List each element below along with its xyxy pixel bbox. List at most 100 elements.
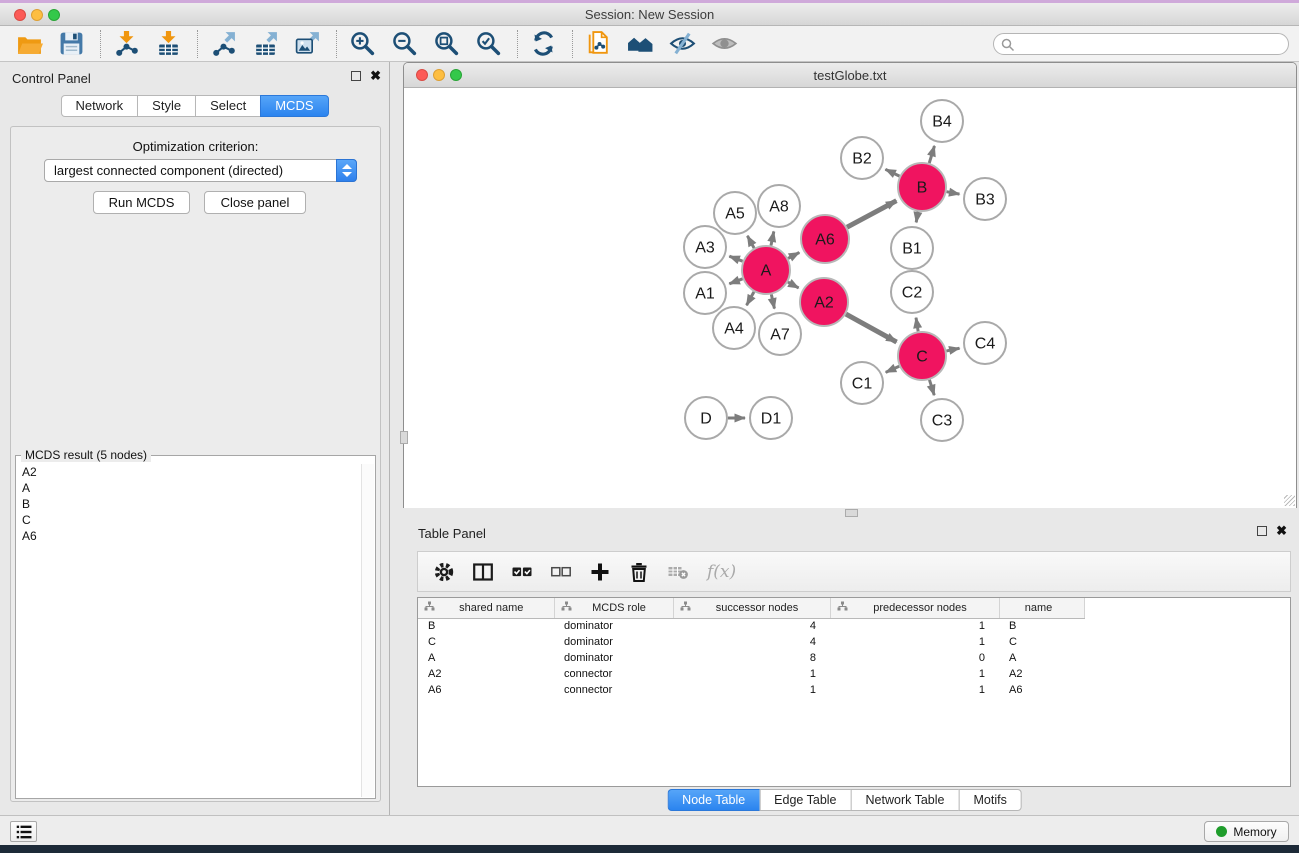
table-row[interactable]: Bdominator41B (418, 618, 1084, 634)
tab-mcds[interactable]: MCDS (260, 95, 328, 117)
close-panel-icon[interactable]: ✖ (370, 71, 381, 81)
edge-B-B1[interactable] (916, 212, 918, 223)
import-table-icon[interactable] (153, 29, 183, 59)
edge-A-A6[interactable] (788, 252, 799, 258)
show-eye-icon[interactable] (709, 29, 739, 59)
hide-eye-icon[interactable] (667, 29, 697, 59)
delete-table-icon[interactable] (666, 560, 690, 584)
mcds-result-item[interactable]: C (17, 512, 360, 528)
node-C4[interactable]: C4 (964, 322, 1006, 364)
export-table-icon[interactable] (250, 29, 280, 59)
edge-A-A1[interactable] (729, 279, 742, 284)
table-row[interactable]: A6connector11A6 (418, 682, 1084, 698)
open-session-icon[interactable] (14, 29, 44, 59)
column-header-successor-nodes[interactable]: successor nodes (673, 598, 830, 618)
node-D[interactable]: D (685, 397, 727, 439)
edge-A-A5[interactable] (747, 236, 754, 248)
horizontal-splitter-grip[interactable] (845, 509, 858, 517)
deselect-all-icon[interactable] (549, 560, 573, 584)
edge-A2-C[interactable] (846, 314, 897, 342)
node-A3[interactable]: A3 (684, 226, 726, 268)
node-A7[interactable]: A7 (759, 313, 801, 355)
edge-B-B3[interactable] (947, 192, 960, 194)
edge-A-A3[interactable] (729, 256, 742, 261)
search-field[interactable] (993, 33, 1289, 55)
node-C2[interactable]: C2 (891, 271, 933, 313)
import-network-icon[interactable] (111, 29, 141, 59)
node-A[interactable]: A (742, 246, 790, 294)
node-B1[interactable]: B1 (891, 227, 933, 269)
tab-network[interactable]: Network (60, 95, 137, 117)
column-header-shared-name[interactable]: shared name (418, 598, 554, 618)
export-image-icon[interactable] (292, 29, 322, 59)
column-header-name[interactable]: name (999, 598, 1084, 618)
edge-A6-B[interactable] (847, 201, 896, 227)
node-A8[interactable]: A8 (758, 185, 800, 227)
table-row[interactable]: Adominator80A (418, 650, 1084, 666)
table-row[interactable]: A2connector11A2 (418, 666, 1084, 682)
zoom-in-icon[interactable] (347, 29, 377, 59)
settings-icon[interactable] (432, 560, 456, 584)
node-D1[interactable]: D1 (750, 397, 792, 439)
float-table-panel-icon[interactable] (1257, 526, 1267, 536)
edge-C-C2[interactable] (916, 318, 918, 332)
node-A6[interactable]: A6 (801, 215, 849, 263)
edge-A-A7[interactable] (771, 294, 774, 308)
home-icon[interactable] (625, 29, 655, 59)
node-C3[interactable]: C3 (921, 399, 963, 441)
network-window-titlebar[interactable]: testGlobe.txt (404, 63, 1296, 88)
resize-grip-icon[interactable] (1284, 495, 1295, 506)
node-B[interactable]: B (898, 163, 946, 211)
edge-B-B2[interactable] (885, 169, 899, 176)
search-input[interactable] (1020, 35, 1280, 53)
zoom-out-icon[interactable] (389, 29, 419, 59)
save-session-icon[interactable] (56, 29, 86, 59)
mcds-result-item[interactable]: B (17, 496, 360, 512)
run-mcds-button[interactable]: Run MCDS (93, 191, 190, 214)
node-C1[interactable]: C1 (841, 362, 883, 404)
apply-function-icon[interactable]: f(x) (707, 562, 736, 582)
edge-B-B4[interactable] (929, 146, 934, 163)
memory-button[interactable]: Memory (1204, 821, 1289, 842)
tab-network-table[interactable]: Network Table (851, 789, 959, 811)
tab-style[interactable]: Style (137, 95, 195, 117)
node-B3[interactable]: B3 (964, 178, 1006, 220)
tab-node-table[interactable]: Node Table (667, 789, 759, 811)
tab-motifs[interactable]: Motifs (958, 789, 1021, 811)
node-B4[interactable]: B4 (921, 100, 963, 142)
node-A4[interactable]: A4 (713, 307, 755, 349)
edge-C-C1[interactable] (886, 366, 899, 372)
tab-edge-table[interactable]: Edge Table (759, 789, 850, 811)
criterion-dropdown[interactable]: largest connected component (directed) (44, 159, 357, 182)
delete-icon[interactable] (627, 560, 651, 584)
mcds-result-item[interactable]: A6 (17, 528, 360, 544)
select-all-icon[interactable] (510, 560, 534, 584)
edge-A-A8[interactable] (771, 231, 774, 245)
column-header-MCDS-role[interactable]: MCDS role (554, 598, 673, 618)
task-history-button[interactable] (10, 821, 37, 842)
network-file-icon[interactable] (583, 29, 613, 59)
tab-select[interactable]: Select (195, 95, 260, 117)
float-panel-icon[interactable] (351, 71, 361, 81)
edge-A-A4[interactable] (747, 292, 754, 305)
vertical-splitter-grip[interactable] (400, 431, 408, 444)
zoom-fit-icon[interactable] (431, 29, 461, 59)
table-row[interactable]: Cdominator41C (418, 634, 1084, 650)
columns-icon[interactable] (471, 560, 495, 584)
column-header-predecessor-nodes[interactable]: predecessor nodes (830, 598, 999, 618)
node-A2[interactable]: A2 (800, 278, 848, 326)
edge-A-A2[interactable] (788, 282, 799, 288)
add-icon[interactable] (588, 560, 612, 584)
zoom-selected-icon[interactable] (473, 29, 503, 59)
result-list-scrollbar[interactable] (361, 464, 374, 797)
edge-C-C4[interactable] (946, 348, 959, 351)
network-canvas[interactable]: B4B2BB3A8A5A6A3B1AC2A1A2A4A7C4CC1C3DD1 (404, 89, 1296, 508)
node-A5[interactable]: A5 (714, 192, 756, 234)
node-A1[interactable]: A1 (684, 272, 726, 314)
close-table-panel-icon[interactable]: ✖ (1276, 526, 1287, 536)
refresh-icon[interactable] (528, 29, 558, 59)
node-B2[interactable]: B2 (841, 137, 883, 179)
mcds-result-item[interactable]: A (17, 480, 360, 496)
close-panel-button[interactable]: Close panel (204, 191, 306, 214)
export-network-icon[interactable] (208, 29, 238, 59)
